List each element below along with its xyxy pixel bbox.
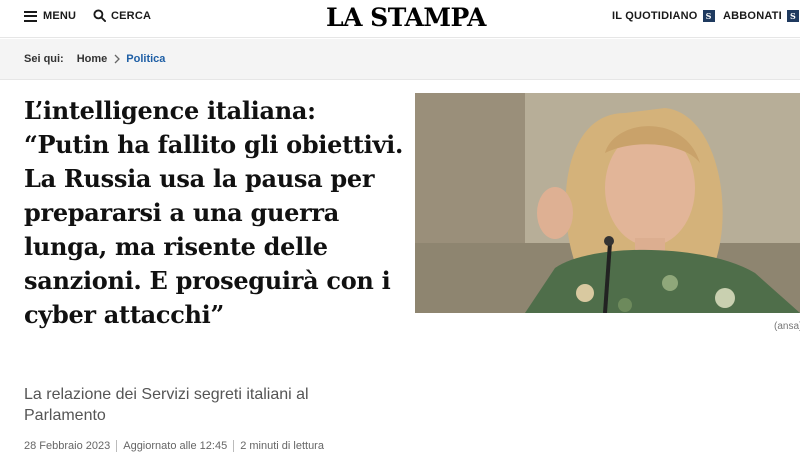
chevron-right-icon <box>114 54 121 64</box>
menu-label: MENU <box>43 10 77 22</box>
article-photo[interactable] <box>415 93 800 313</box>
breadcrumb-item-politica[interactable]: Politica <box>126 53 165 65</box>
breadcrumb: Sei qui: Home Politica <box>24 53 165 65</box>
updated-time: Aggiornato alle 12:45 <box>123 440 228 452</box>
photo-caption: (ansa) <box>774 321 800 332</box>
article-headline: L’intelligence italiana: “Putin ha falli… <box>24 96 403 329</box>
search-label: CERCA <box>111 9 152 22</box>
la-stampa-logo[interactable]: LA STAMPA <box>326 3 486 32</box>
menu-button[interactable]: MENU <box>24 10 76 22</box>
search-button[interactable]: CERCA <box>93 9 151 22</box>
article-subtitle: La relazione dei Servizi segreti italian… <box>24 386 309 424</box>
top-navigation-bar: MENU CERCA LA STAMPA IL QUOTIDIANO S ABB… <box>0 0 800 38</box>
abbonati-link[interactable]: ABBONATI S <box>723 10 799 22</box>
article-meta: 28 Febbraio 2023 Aggiornato alle 12:45 2… <box>24 440 324 452</box>
subscription-badge-icon: S <box>786 10 799 22</box>
publish-date: 28 Febbraio 2023 <box>24 440 111 452</box>
search-icon <box>93 9 106 22</box>
meta-divider <box>233 440 235 452</box>
il-quotidiano-link[interactable]: IL QUOTIDIANO S <box>612 10 715 22</box>
breadcrumb-item-home[interactable]: Home <box>77 53 108 65</box>
reading-time: 2 minuti di lettura <box>240 440 324 452</box>
meta-divider <box>116 440 118 452</box>
portrait-illustration <box>415 93 800 313</box>
hamburger-icon <box>24 10 37 22</box>
il-quotidiano-label: IL QUOTIDIANO <box>612 10 698 22</box>
newspaper-badge-icon: S <box>702 10 715 22</box>
breadcrumb-intro: Sei qui: <box>24 53 64 65</box>
breadcrumb-bar: Sei qui: Home Politica <box>0 39 800 80</box>
abbonati-label: ABBONATI <box>723 10 782 22</box>
